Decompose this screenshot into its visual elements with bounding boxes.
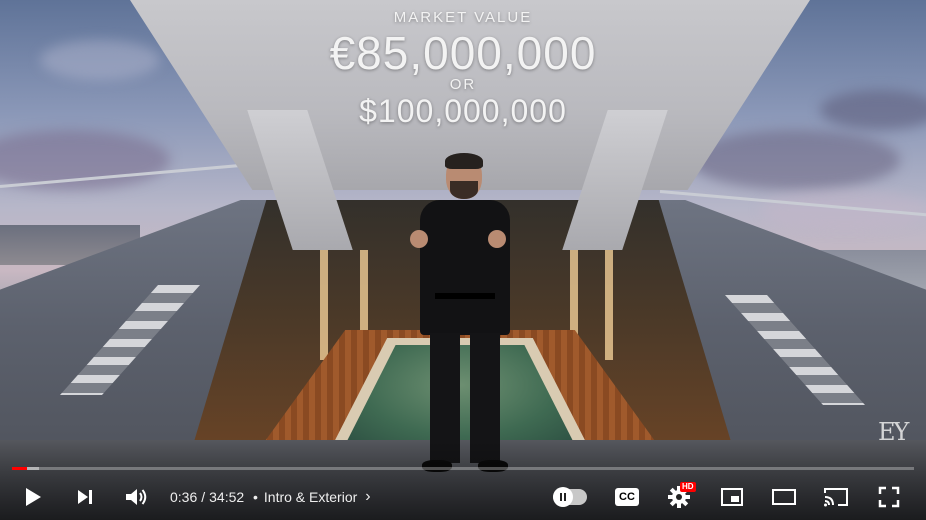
duration: 34:52 [209,489,245,505]
presenter-torso [420,200,510,335]
progress-played [12,467,28,470]
presenter-belt [435,293,495,299]
fullscreen-button[interactable] [874,478,904,516]
time-display: 0:36 / 34:52 [170,478,244,516]
fullscreen-icon [878,486,900,508]
cast-button[interactable] [821,478,851,516]
captions-icon: CC [615,488,639,506]
next-icon [78,490,92,504]
current-time: 0:36 [170,489,198,505]
price-usd: $100,000,000 [359,93,567,129]
presenter-hand [488,230,506,248]
theater-mode-icon [772,489,796,505]
hd-badge: HD [680,482,696,492]
control-bar: 0:36 / 34:52 • Intro & Exterior › CC HD [0,478,926,516]
next-button[interactable] [70,478,100,516]
presenter-hair [445,153,483,169]
presenter [410,153,520,485]
volume-icon [126,489,147,505]
time-separator: / [201,489,206,505]
play-icon [26,488,41,506]
miniplayer-button[interactable] [717,478,747,516]
play-button[interactable] [18,478,48,516]
volume-button[interactable] [121,478,151,516]
theater-mode-button[interactable] [768,478,800,516]
settings-button[interactable]: HD [664,478,696,516]
progress-bar[interactable] [12,467,914,470]
autoplay-toggle[interactable] [550,478,590,516]
video-player[interactable]: MARKET VALUE €85,000,000 OR $100,000,000… [0,0,926,520]
presenter-beard [450,181,478,199]
autoplay-toggle-icon [553,487,587,507]
cloud [760,190,926,230]
presenter-hand [410,230,428,248]
miniplayer-icon [721,488,743,506]
pause-icon [553,487,573,507]
chapter-bullet: • [253,489,258,505]
or-label: OR [449,76,477,93]
cloud [0,130,170,190]
light-strip [605,250,613,360]
chapter-button[interactable]: • Intro & Exterior › [253,478,371,516]
cloud [690,130,900,190]
cast-icon [824,488,848,507]
price-overlay: MARKET VALUE €85,000,000 OR $100,000,000 [0,8,926,130]
light-strip [320,250,328,360]
chapter-title: Intro & Exterior [263,489,358,505]
market-value-label: MARKET VALUE [393,9,533,26]
chevron-right-icon: › [365,488,371,505]
captions-button[interactable]: CC [612,478,642,516]
price-euro: €85,000,000 [329,27,597,79]
